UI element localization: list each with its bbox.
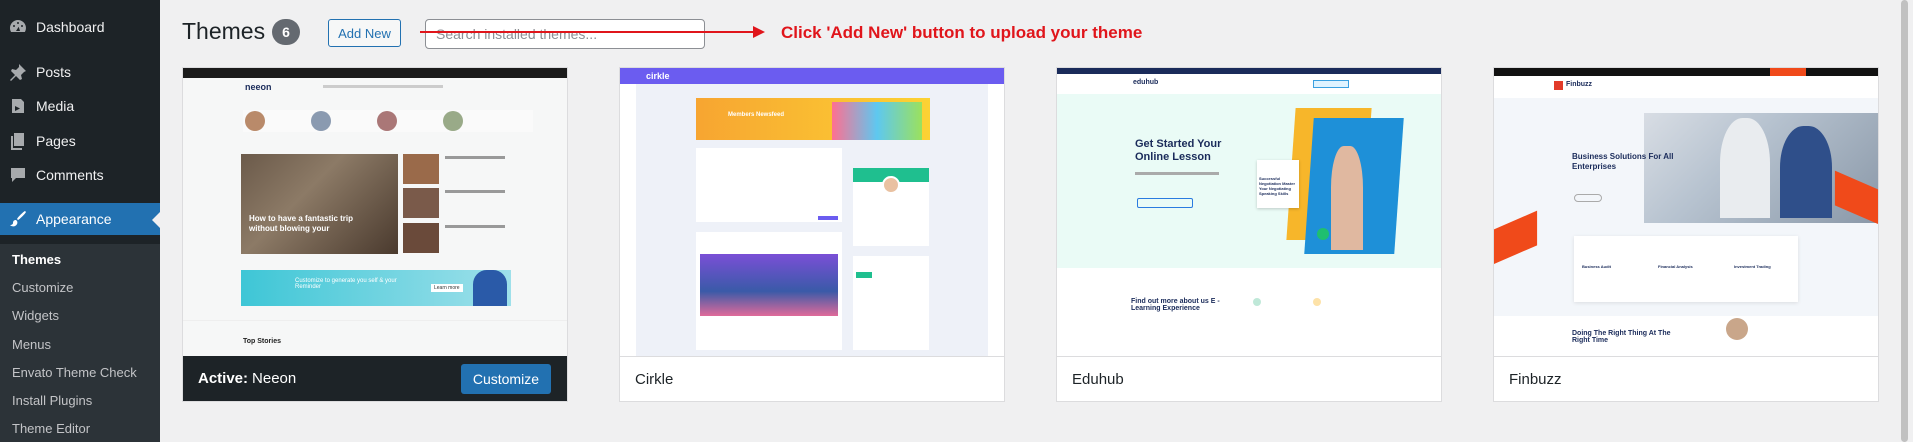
finbuzz-headline: Business Solutions For All Enterprises bbox=[1572, 152, 1674, 171]
annotation-arrow-icon bbox=[420, 26, 765, 38]
scrollbar-thumb[interactable] bbox=[1901, 0, 1908, 442]
dashboard-icon bbox=[0, 17, 36, 37]
theme-card-finbuzz[interactable]: Finbuzz Business Solutions For All Enter… bbox=[1493, 67, 1879, 402]
page-title: Themes bbox=[182, 18, 266, 44]
eduhub-lower-heading: Find out more about us E - Learning Expe… bbox=[1131, 298, 1220, 312]
admin-sidebar: Dashboard Posts Media Pages Comments App… bbox=[0, 0, 160, 442]
sidebar-item-label: Dashboard bbox=[36, 19, 105, 35]
theme-name: Neeon bbox=[252, 370, 297, 387]
finbuzz-card-1: Business Audit bbox=[1582, 264, 1611, 269]
theme-name-bar: Eduhub bbox=[1057, 356, 1441, 401]
finbuzz-logo: Finbuzz bbox=[1566, 81, 1593, 88]
annotation-text: Click 'Add New' button to upload your th… bbox=[781, 23, 1143, 42]
submenu-widgets[interactable]: Widgets bbox=[12, 308, 59, 323]
theme-screenshot: eduhub Get Started Your Online Lesson Su… bbox=[1057, 68, 1441, 356]
eduhub-headline: Get Started Your Online Lesson bbox=[1135, 138, 1222, 163]
cirkle-logo: cirkle bbox=[646, 71, 670, 81]
theme-card-cirkle[interactable]: cirkle Members Newsfeed Cirkle bbox=[619, 67, 1005, 402]
eduhub-logo: eduhub bbox=[1133, 79, 1159, 86]
page-scrollbar[interactable] bbox=[1896, 0, 1913, 442]
sidebar-item-label: Comments bbox=[36, 167, 104, 183]
sidebar-item-label: Posts bbox=[36, 64, 72, 80]
neeon-hero-caption: How to have a fantastic trip without blo… bbox=[249, 214, 354, 233]
theme-count-badge: 6 bbox=[272, 19, 300, 45]
sidebar-item-posts[interactable]: Posts bbox=[0, 55, 160, 89]
finbuzz-card-2: Financial Analysis bbox=[1658, 264, 1693, 269]
appearance-submenu: Themes Customize Widgets Menus Envato Th… bbox=[0, 244, 160, 442]
customize-button[interactable]: Customize bbox=[460, 364, 551, 394]
comments-icon bbox=[0, 165, 36, 185]
theme-name: Cirkle bbox=[635, 370, 674, 388]
theme-name-bar: Active: Neeon Customize bbox=[183, 356, 567, 401]
media-icon bbox=[0, 96, 36, 116]
theme-screenshot: cirkle Members Newsfeed bbox=[620, 68, 1004, 356]
submenu-install-plugins[interactable]: Install Plugins bbox=[12, 393, 92, 408]
add-new-button[interactable]: Add New bbox=[328, 19, 401, 47]
pin-icon bbox=[0, 62, 36, 82]
theme-card-neeon[interactable]: neeon How to have a fantastic trip witho… bbox=[182, 67, 568, 402]
theme-screenshot: neeon How to have a fantastic trip witho… bbox=[183, 68, 567, 356]
sidebar-item-pages[interactable]: Pages bbox=[0, 124, 160, 158]
theme-screenshot: Finbuzz Business Solutions For All Enter… bbox=[1494, 68, 1878, 356]
theme-card-eduhub[interactable]: eduhub Get Started Your Online Lesson Su… bbox=[1056, 67, 1442, 402]
sidebar-item-dashboard[interactable]: Dashboard bbox=[0, 10, 160, 44]
sidebar-item-label: Media bbox=[36, 98, 75, 114]
sidebar-item-label: Pages bbox=[36, 133, 76, 149]
neeon-section-title: Top Stories bbox=[243, 338, 281, 345]
theme-name: Finbuzz bbox=[1509, 370, 1562, 388]
neeon-logo: neeon bbox=[245, 82, 272, 92]
cirkle-banner-text: Members Newsfeed bbox=[728, 112, 785, 118]
neeon-banner-button: Learn more bbox=[431, 284, 463, 292]
submenu-customize[interactable]: Customize bbox=[12, 280, 73, 295]
sidebar-item-comments[interactable]: Comments bbox=[0, 158, 160, 192]
neeon-banner-text: Customize to generate you self & your Re… bbox=[295, 278, 397, 290]
theme-name-bar: Finbuzz bbox=[1494, 356, 1878, 401]
sidebar-item-label: Appearance bbox=[36, 211, 112, 227]
finbuzz-lower-heading: Doing The Right Thing At The Right Time bbox=[1572, 330, 1671, 344]
submenu-theme-editor[interactable]: Theme Editor bbox=[12, 421, 90, 436]
pages-icon bbox=[0, 131, 36, 151]
eduhub-card-text: Successful Negotiation Master Your Negot… bbox=[1259, 176, 1296, 196]
theme-name-bar: Cirkle bbox=[620, 356, 1004, 401]
sidebar-item-appearance[interactable]: Appearance bbox=[0, 203, 160, 235]
submenu-themes[interactable]: Themes bbox=[12, 252, 61, 267]
theme-name: Eduhub bbox=[1072, 370, 1124, 388]
paintbrush-icon bbox=[0, 209, 36, 229]
finbuzz-card-3: Investment Trading bbox=[1734, 264, 1771, 269]
active-label: Active: bbox=[198, 370, 249, 387]
submenu-menus[interactable]: Menus bbox=[12, 337, 51, 352]
sidebar-item-media[interactable]: Media bbox=[0, 89, 160, 123]
submenu-envato-theme-check[interactable]: Envato Theme Check bbox=[12, 365, 137, 380]
